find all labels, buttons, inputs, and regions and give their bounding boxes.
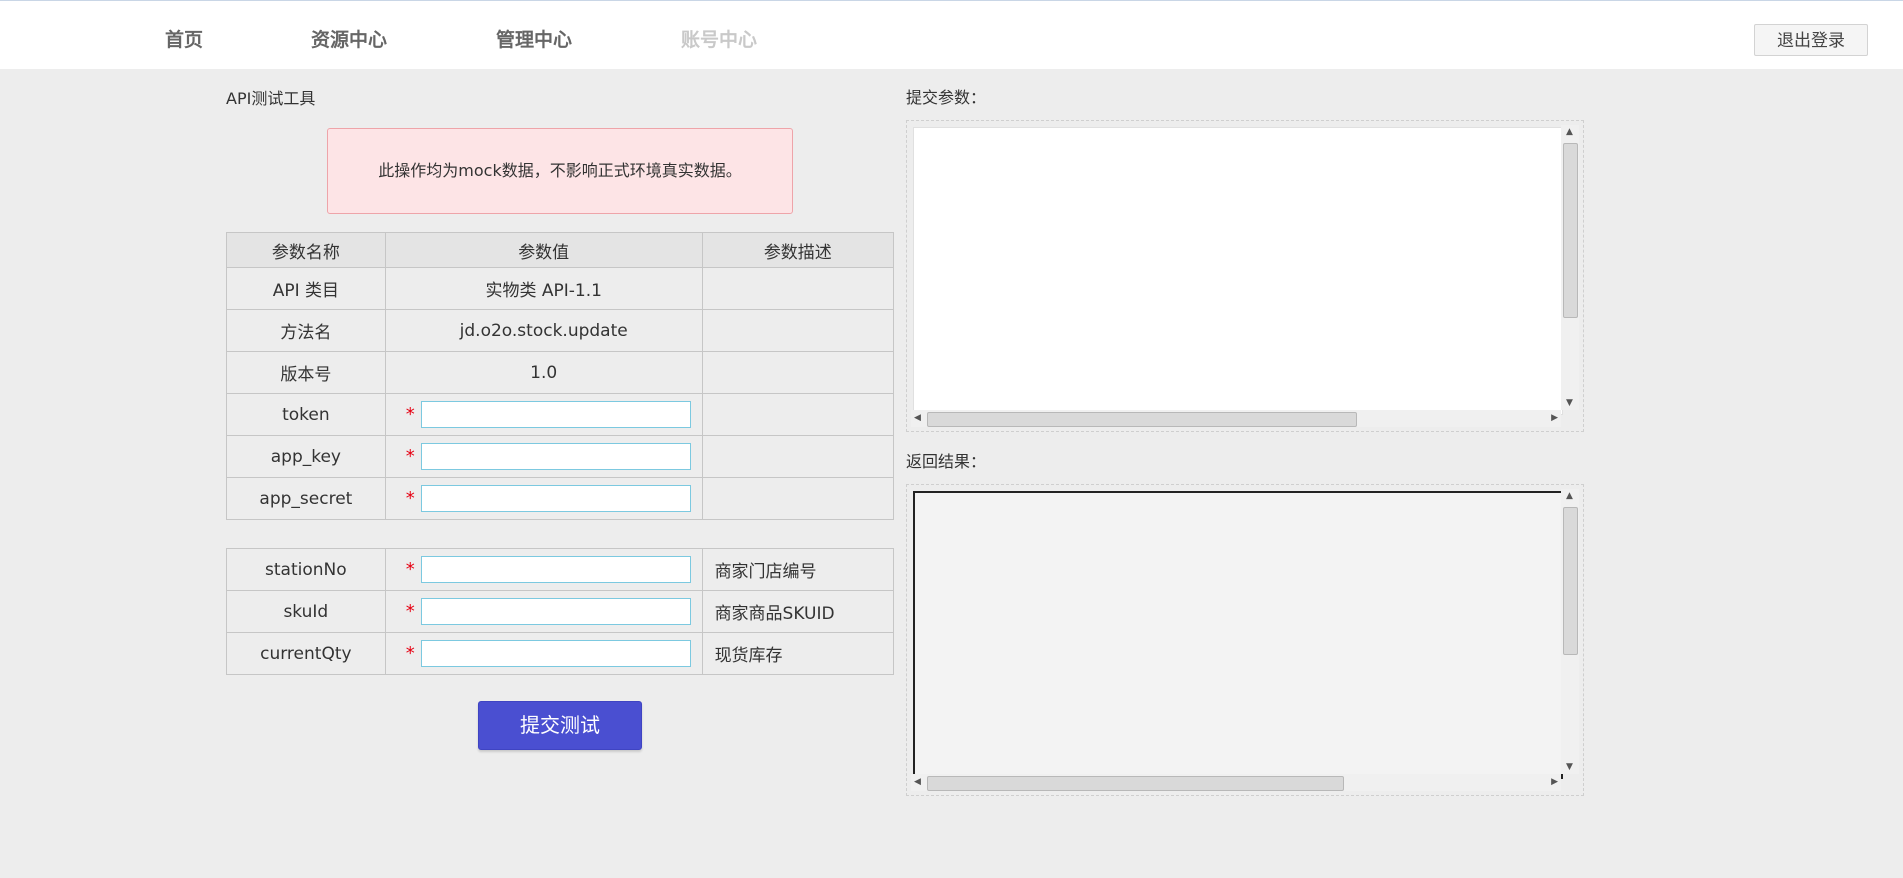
param-value: jd.o2o.stock.update xyxy=(384,309,703,352)
table-row: 版本号 1.0 xyxy=(226,351,895,394)
scrollbar-thumb[interactable] xyxy=(927,776,1344,791)
param-name: app_secret xyxy=(226,477,386,520)
param-desc: 商家商品SKUID xyxy=(701,590,895,633)
scroll-right-icon[interactable]: ▶ xyxy=(1551,413,1558,423)
header-param-name: 参数名称 xyxy=(226,232,386,268)
current-qty-input[interactable] xyxy=(420,640,691,667)
required-marker: * xyxy=(405,643,415,664)
vertical-scrollbar[interactable]: ▲ ▼ xyxy=(1561,125,1579,410)
required-marker: * xyxy=(405,488,415,509)
param-value: 实物类 API-1.1 xyxy=(384,267,703,310)
submit-test-button[interactable]: 提交测试 xyxy=(478,701,642,750)
nav-management-center[interactable]: 管理中心 xyxy=(496,25,572,52)
result-box: ▲ ▼ ◀ ▶ xyxy=(906,484,1584,796)
vertical-scrollbar[interactable]: ▲ ▼ xyxy=(1561,489,1579,774)
submit-params-label: 提交参数： xyxy=(906,88,987,107)
param-name: stationNo xyxy=(226,548,386,591)
param-value-cell: * xyxy=(384,435,703,478)
required-marker: * xyxy=(405,404,415,425)
scroll-down-icon[interactable]: ▼ xyxy=(1566,762,1573,772)
required-marker: * xyxy=(405,446,415,467)
param-desc xyxy=(701,309,895,352)
param-desc xyxy=(701,351,895,394)
param-name: skuId xyxy=(226,590,386,633)
horizontal-scrollbar[interactable]: ◀ ▶ xyxy=(911,774,1561,791)
header-param-value: 参数值 xyxy=(384,232,703,268)
scroll-down-icon[interactable]: ▼ xyxy=(1566,398,1573,408)
scroll-left-icon[interactable]: ◀ xyxy=(914,777,921,787)
header-param-desc: 参数描述 xyxy=(701,232,895,268)
app-key-input[interactable] xyxy=(420,443,691,470)
table-row: app_key * xyxy=(226,435,895,478)
scrollbar-thumb[interactable] xyxy=(1563,143,1578,318)
param-name: currentQty xyxy=(226,632,386,675)
app-secret-input[interactable] xyxy=(420,485,691,512)
param-value-cell: * xyxy=(384,548,703,591)
nav-account-center[interactable]: 账号中心 xyxy=(681,25,757,52)
horizontal-scrollbar[interactable]: ◀ ▶ xyxy=(911,410,1561,427)
param-name: API 类目 xyxy=(226,267,386,310)
top-navbar: 首页 资源中心 管理中心 账号中心 退出登录 xyxy=(0,0,1903,69)
scroll-up-icon[interactable]: ▲ xyxy=(1566,491,1573,501)
param-name: token xyxy=(226,393,386,436)
param-desc: 商家门店编号 xyxy=(701,548,895,591)
mock-notice: 此操作均为mock数据，不影响正式环境真实数据。 xyxy=(327,128,793,214)
param-value-cell: * xyxy=(384,393,703,436)
submit-params-box: ▲ ▼ ◀ ▶ xyxy=(906,120,1584,432)
required-marker: * xyxy=(405,559,415,580)
param-value: 1.0 xyxy=(384,351,703,394)
params-table: 参数名称 参数值 参数描述 API 类目 实物类 API-1.1 方法名 jd.… xyxy=(226,232,895,520)
param-value-cell: * xyxy=(384,477,703,520)
table-row: currentQty * 现货库存 xyxy=(226,632,895,675)
table-row: token * xyxy=(226,393,895,436)
table-row: 方法名 jd.o2o.stock.update xyxy=(226,309,895,352)
tool-title: API测试工具 xyxy=(226,89,316,108)
submit-params-textarea[interactable] xyxy=(913,127,1563,415)
param-desc xyxy=(701,267,895,310)
logout-button[interactable]: 退出登录 xyxy=(1754,24,1868,56)
param-name: 版本号 xyxy=(226,351,386,394)
table-header-row: 参数名称 参数值 参数描述 xyxy=(226,232,895,268)
table-row: API 类目 实物类 API-1.1 xyxy=(226,267,895,310)
sku-id-input[interactable] xyxy=(420,598,691,625)
scrollbar-thumb[interactable] xyxy=(1563,507,1578,655)
table-row: stationNo * 商家门店编号 xyxy=(226,548,895,591)
param-desc: 现货库存 xyxy=(701,632,895,675)
scroll-left-icon[interactable]: ◀ xyxy=(914,413,921,423)
param-desc xyxy=(701,393,895,436)
business-params-table: stationNo * 商家门店编号 skuId * 商家商品SKUID cur… xyxy=(226,548,895,675)
required-marker: * xyxy=(405,601,415,622)
nav-resource-center[interactable]: 资源中心 xyxy=(311,25,387,52)
station-no-input[interactable] xyxy=(420,556,691,583)
result-label: 返回结果： xyxy=(906,452,987,471)
table-row: app_secret * xyxy=(226,477,895,520)
scrollbar-thumb[interactable] xyxy=(927,412,1357,427)
table-row: skuId * 商家商品SKUID xyxy=(226,590,895,633)
nav-home[interactable]: 首页 xyxy=(165,25,203,52)
token-input[interactable] xyxy=(420,401,691,428)
scroll-up-icon[interactable]: ▲ xyxy=(1566,127,1573,137)
result-textarea[interactable] xyxy=(913,491,1563,779)
param-value-cell: * xyxy=(384,590,703,633)
param-name: app_key xyxy=(226,435,386,478)
param-name: 方法名 xyxy=(226,309,386,352)
param-desc xyxy=(701,435,895,478)
param-value-cell: * xyxy=(384,632,703,675)
param-desc xyxy=(701,477,895,520)
scroll-right-icon[interactable]: ▶ xyxy=(1551,777,1558,787)
